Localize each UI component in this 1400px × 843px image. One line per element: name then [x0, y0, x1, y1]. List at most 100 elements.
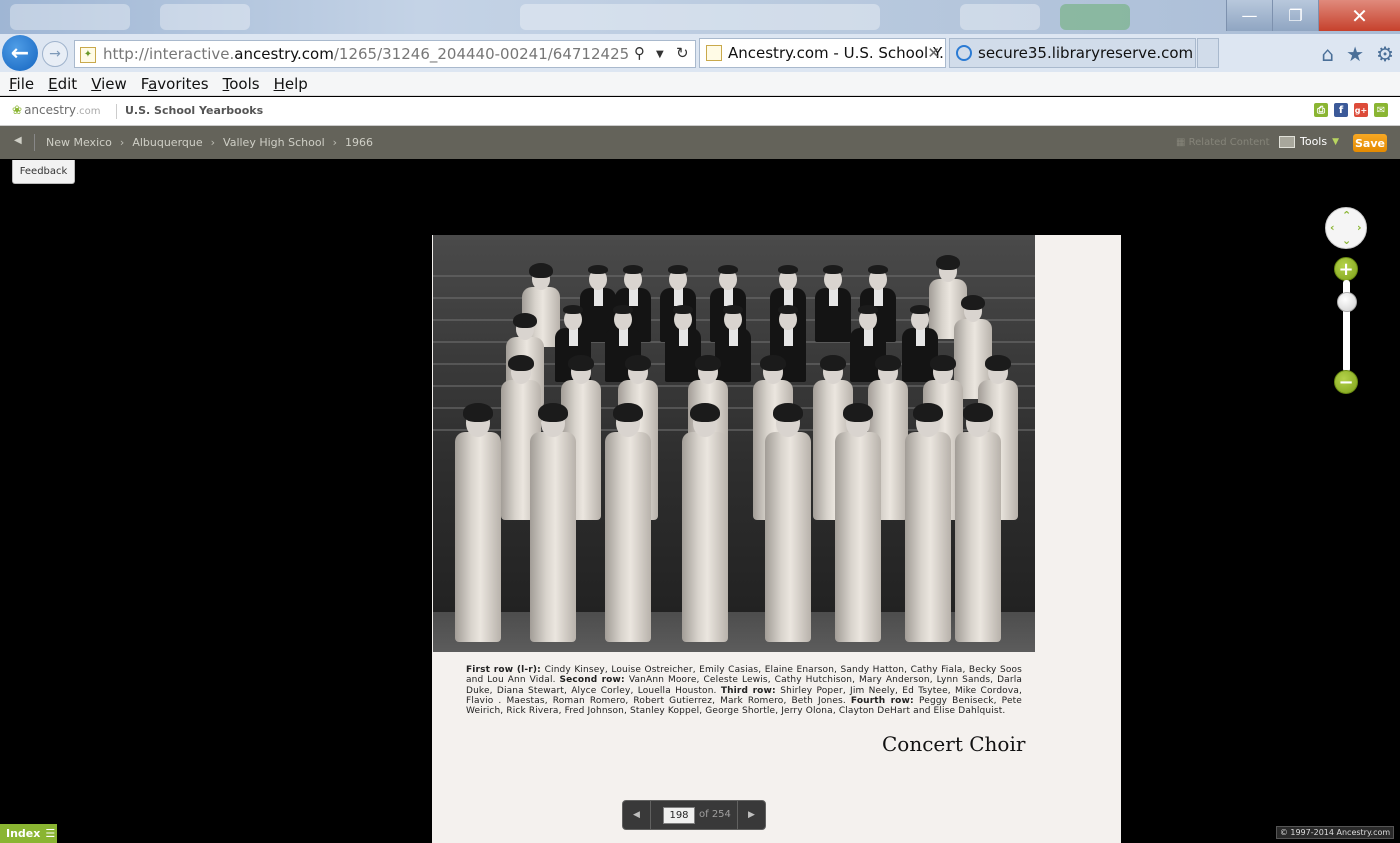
page-number-input[interactable]: 198	[663, 807, 695, 824]
forward-button[interactable]: →	[42, 41, 68, 67]
breadcrumb-school[interactable]: Valley High School	[223, 136, 325, 149]
related-content-button[interactable]: ▦ Related Content	[1176, 137, 1270, 148]
menu-rest: F	[140, 74, 149, 93]
choir-member-dress	[834, 432, 882, 643]
photo-caption: First row (l-r): Cindy Kinsey, Louise Os…	[466, 665, 1022, 716]
choir-member-hair	[529, 263, 553, 279]
choir-member-hair	[625, 355, 651, 372]
email-icon[interactable]: ✉	[1374, 103, 1388, 117]
close-tab-icon[interactable]: ✕	[927, 44, 940, 62]
page-favicon-icon: ✦	[80, 47, 96, 63]
choir-member-shirt	[593, 288, 603, 307]
previous-page-button[interactable]: ◀	[623, 801, 651, 829]
choir-member-hair	[623, 265, 643, 274]
settings-gear-icon[interactable]: ⚙	[1376, 42, 1394, 66]
choir-member-hair	[463, 403, 493, 422]
dropdown-arrow-icon[interactable]: ▼	[656, 49, 664, 60]
site-header: ❀ ancestry.com U.S. School Yearbooks ⎙ f …	[0, 97, 1400, 126]
breadcrumb-state[interactable]: New Mexico	[46, 136, 112, 149]
menu-edit[interactable]: Edit	[48, 75, 77, 93]
menu-lines-icon: ☰	[45, 827, 56, 840]
tab-libraryreserve[interactable]: secure35.libraryreserve.com	[949, 38, 1196, 68]
choir-member-hair	[568, 355, 594, 372]
menu-help[interactable]: Help	[274, 75, 308, 93]
pan-left-icon[interactable]: ‹	[1330, 221, 1335, 234]
google-plus-icon[interactable]: g+	[1354, 103, 1368, 117]
close-window-button[interactable]: ✕	[1318, 0, 1400, 31]
ancestry-logo[interactable]: ❀ ancestry.com	[12, 103, 101, 117]
breadcrumb-arrow-icon: ›	[332, 136, 338, 149]
choir-member-dress	[454, 432, 502, 643]
home-icon[interactable]: ⌂	[1321, 42, 1334, 66]
zoom-in-button[interactable]: +	[1334, 257, 1358, 281]
menu-view[interactable]: View	[91, 75, 127, 93]
choir-member-hair	[563, 305, 583, 314]
choir-member-hair	[513, 313, 537, 329]
tab-ancestry[interactable]: Ancestry.com - U.S. School Y... ✕	[699, 38, 946, 68]
menu-file[interactable]: File	[9, 75, 34, 93]
save-button[interactable]: Save	[1353, 134, 1387, 152]
menu-bar: File Edit View Favorites Tools Help	[0, 72, 1400, 96]
choir-member-shirt	[673, 288, 683, 307]
share-icons: ⎙ f g+ ✉	[1314, 103, 1388, 117]
tab-label: secure35.libraryreserve.com	[978, 44, 1194, 62]
restore-button[interactable]: ❐	[1272, 0, 1318, 31]
search-icon[interactable]: ⚲	[634, 44, 645, 62]
new-tab-button[interactable]	[1197, 38, 1219, 68]
choir-member-dress	[954, 432, 1002, 643]
forward-arrow-icon: →	[49, 46, 61, 62]
choir-member-shirt	[628, 288, 638, 307]
menu-rest: ile	[16, 74, 35, 93]
zoom-out-button[interactable]: −	[1334, 370, 1358, 394]
feedback-button[interactable]: Feedback	[12, 160, 75, 184]
pan-up-icon[interactable]: ⌃	[1342, 209, 1351, 222]
choir-member-hair	[668, 265, 688, 274]
chevron-down-icon: ▼	[1332, 136, 1340, 147]
pan-control[interactable]: ⌃ ⌄ ‹ ›	[1325, 207, 1367, 249]
breadcrumb-divider	[34, 134, 35, 151]
refresh-icon[interactable]: ↻	[676, 44, 689, 62]
choir-member-dress	[681, 432, 729, 643]
menu-accesskey: F	[9, 74, 17, 93]
minimize-button[interactable]: —	[1226, 0, 1272, 31]
breadcrumb: New Mexico › Albuquerque › Valley High Schoo…	[46, 136, 373, 149]
print-icon[interactable]: ⎙	[1314, 103, 1328, 117]
url-prefix: http://interactive.	[103, 45, 235, 63]
address-url[interactable]: http://interactive.ancestry.com/1265/312…	[103, 45, 629, 63]
choir-member-shirt	[863, 328, 873, 347]
choir-member-hair	[718, 265, 738, 274]
window-title-bar: — ❐ ✕	[0, 0, 1400, 34]
choir-member-hair	[823, 265, 843, 274]
index-button[interactable]: Index ☰	[0, 824, 57, 843]
favorites-star-icon[interactable]: ★	[1346, 42, 1364, 66]
menu-favorites[interactable]: Favorites	[141, 75, 209, 93]
choir-member-hair	[538, 403, 568, 422]
choir-member-hair	[963, 403, 993, 422]
back-arrow-icon: ←	[10, 40, 30, 66]
choir-member-hair	[778, 265, 798, 274]
menu-accesskey: H	[273, 74, 285, 93]
minimize-icon: —	[1241, 6, 1258, 25]
tools-dropdown[interactable]: Tools ▼	[1279, 135, 1339, 148]
next-arrow-icon: ▶	[748, 810, 755, 820]
breadcrumb-city[interactable]: Albuquerque	[132, 136, 202, 149]
choir-member-hair	[778, 305, 798, 314]
close-icon: ✕	[1351, 3, 1368, 28]
navigation-bar: ← → ✦ http://interactive.ancestry.com/12…	[0, 34, 1400, 72]
facebook-icon[interactable]: f	[1334, 103, 1348, 117]
pan-right-icon[interactable]: ›	[1357, 221, 1362, 234]
choir-member-hair	[985, 355, 1011, 372]
address-bar[interactable]: ✦ http://interactive.ancestry.com/1265/3…	[74, 40, 696, 68]
choir-member-shirt	[915, 328, 925, 347]
zoom-slider-thumb[interactable]	[1337, 292, 1357, 313]
breadcrumb-year[interactable]: 1966	[345, 136, 373, 149]
next-page-button[interactable]: ▶	[737, 801, 765, 829]
menu-rest: elp	[284, 74, 308, 93]
choir-member-shirt	[783, 328, 793, 347]
tab-label: Ancestry.com - U.S. School Y...	[728, 44, 946, 62]
back-button[interactable]: ←	[2, 35, 38, 71]
page-title: Concert Choir	[882, 732, 1026, 756]
collapse-left-icon[interactable]: ◀	[14, 135, 22, 146]
pan-down-icon[interactable]: ⌄	[1342, 234, 1351, 247]
menu-tools[interactable]: Tools	[223, 75, 260, 93]
